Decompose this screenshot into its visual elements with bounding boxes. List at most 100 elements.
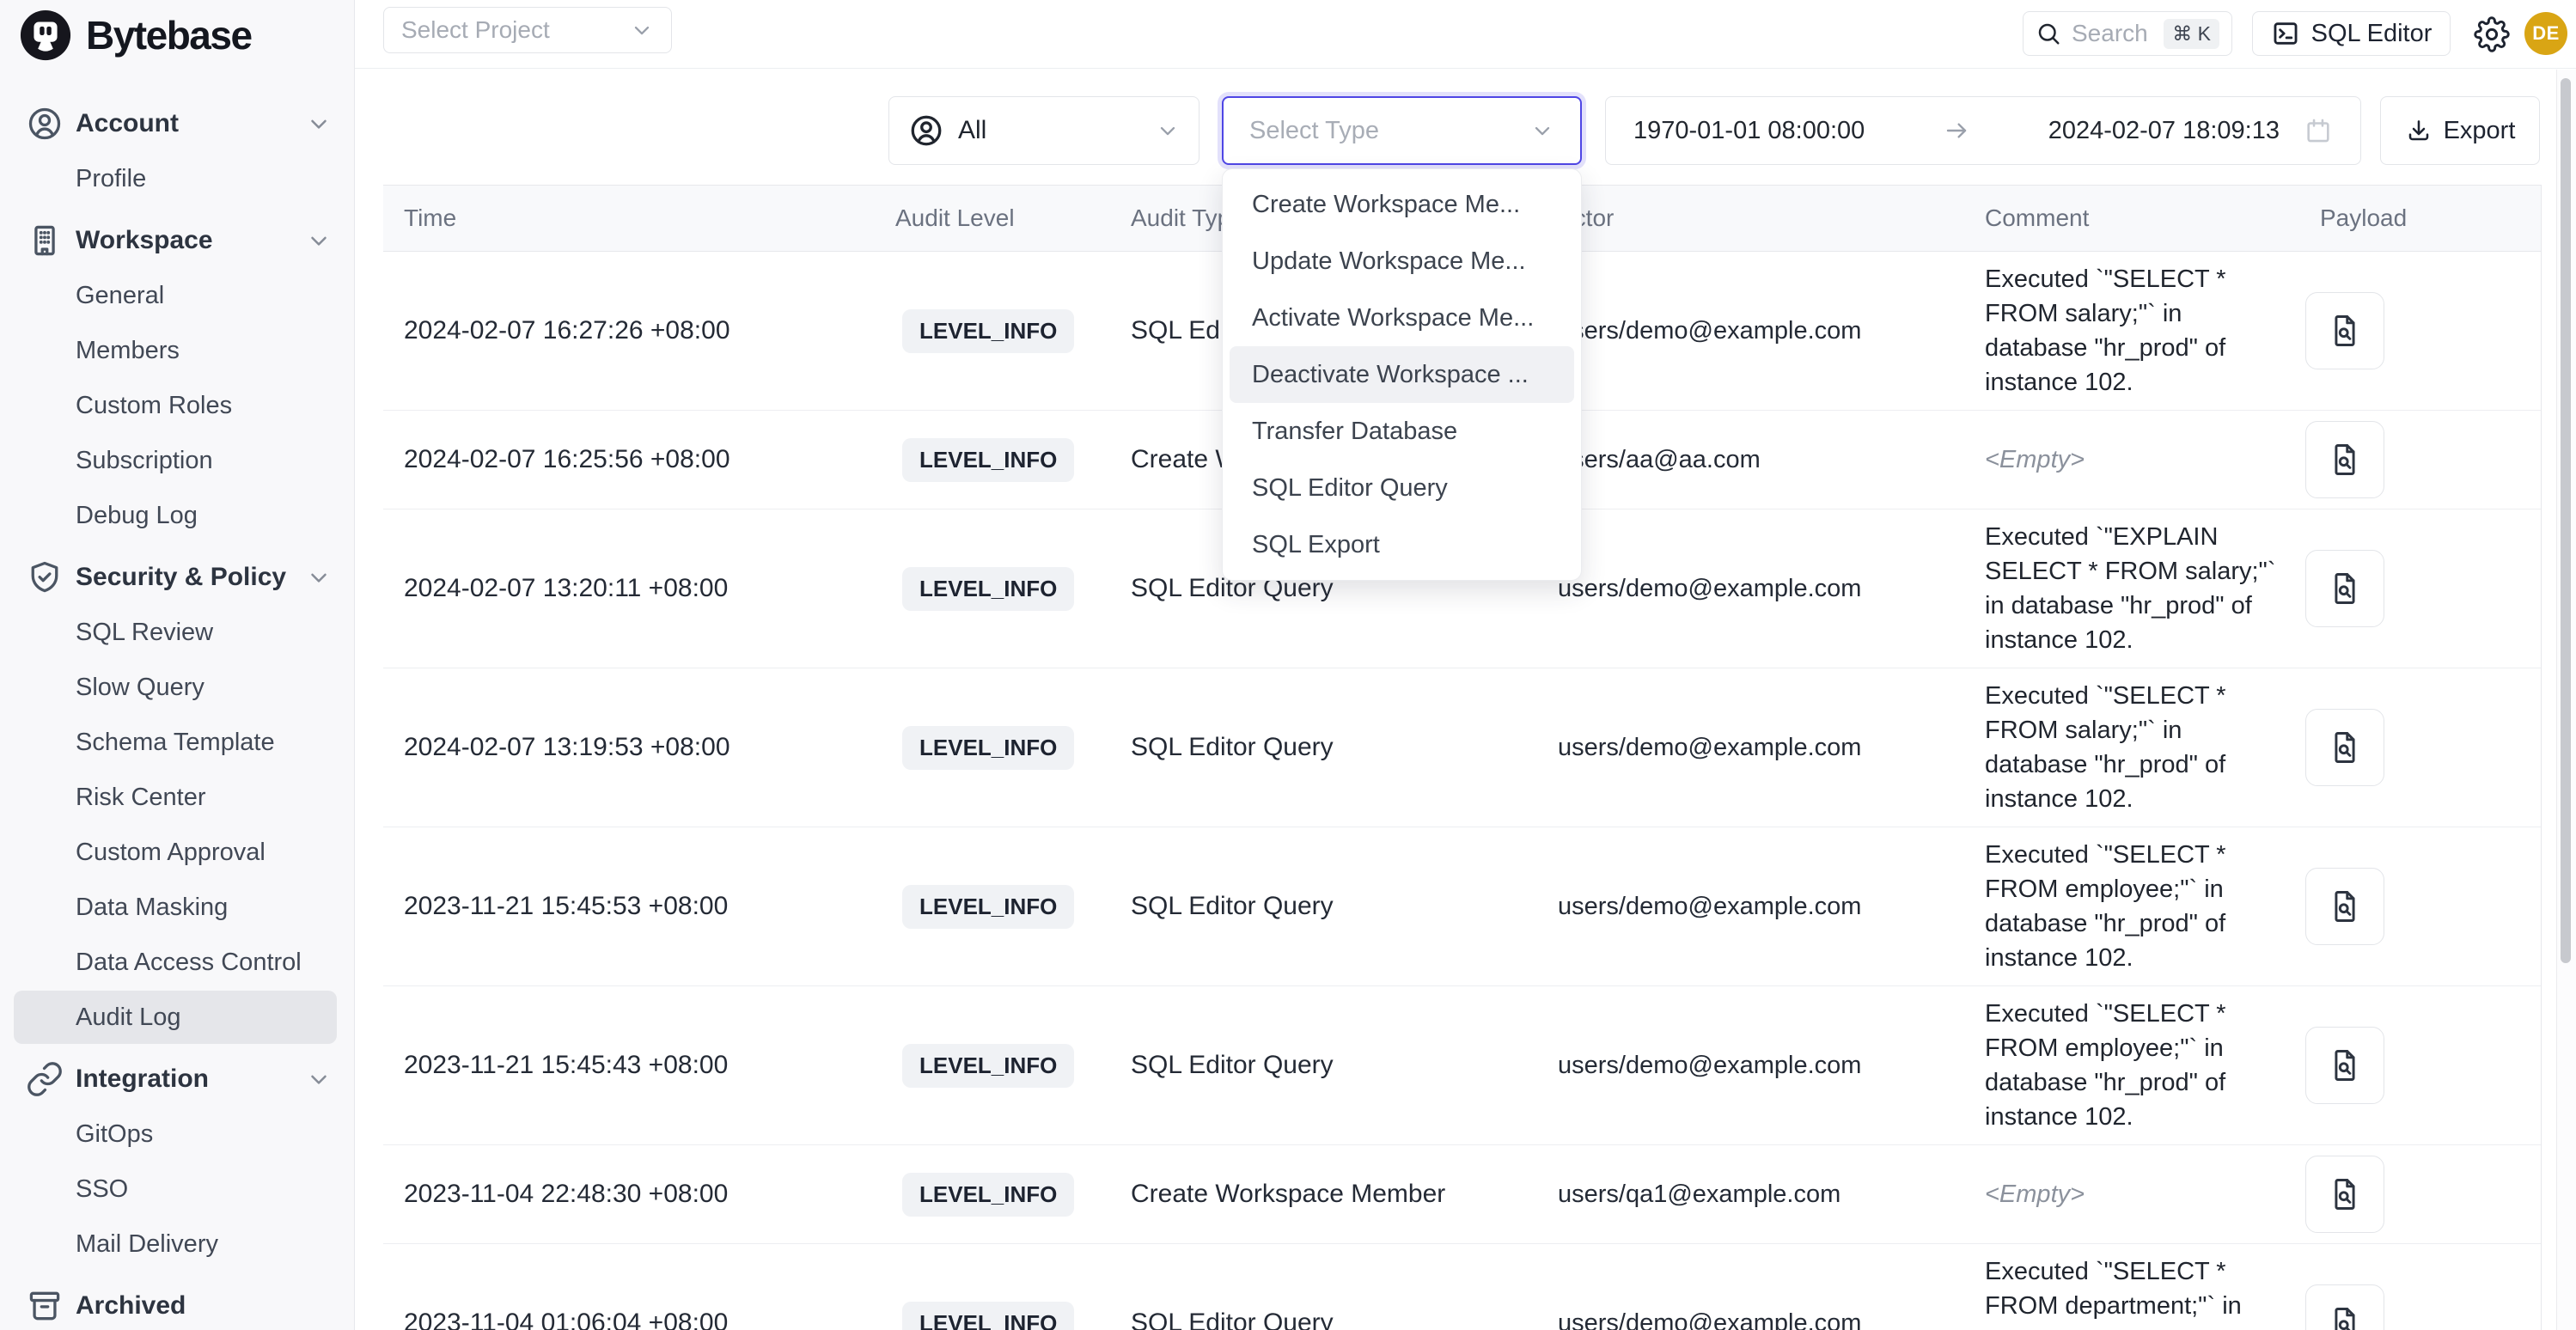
sidebar-item[interactable]: SQL Review	[0, 605, 354, 660]
sidebar-item[interactable]: Security & Policy	[0, 550, 354, 605]
date-range-end[interactable]: 2024-02-07 18:09:13	[2048, 117, 2280, 145]
chevron-down-icon	[630, 18, 654, 42]
type-dropdown-option[interactable]: Create Workspace Me...	[1230, 176, 1574, 233]
sidebar-item[interactable]: Subscription	[0, 433, 354, 488]
cell-time: 2024-02-07 16:25:56 +08:00	[383, 445, 895, 474]
cell-time: 2024-02-07 13:19:53 +08:00	[383, 733, 895, 762]
sidebar-item[interactable]: Mail Delivery	[0, 1217, 354, 1272]
sidebar-item[interactable]: Data Access Control	[0, 935, 354, 990]
sidebar-item[interactable]: GitOps	[0, 1107, 354, 1162]
cell-comment: Executed `"SELECT * FROM employee;"` in …	[1985, 997, 2301, 1134]
table-row[interactable]: 2023-11-04 01:06:04 +08:00 LEVEL_INFO SQ…	[383, 1244, 2541, 1330]
sidebar-item[interactable]: SSO	[0, 1162, 354, 1217]
type-filter-select[interactable]: Select Type	[1222, 96, 1582, 165]
cell-comment: Executed `"SELECT * FROM department;"` i…	[1985, 1254, 2301, 1330]
table-row[interactable]: 2023-11-21 15:45:53 +08:00 LEVEL_INFO SQ…	[383, 827, 2541, 986]
table-row[interactable]: 2023-11-21 15:45:43 +08:00 LEVEL_INFO SQ…	[383, 986, 2541, 1145]
date-range-picker[interactable]: 1970-01-01 08:00:00 2024-02-07 18:09:13	[1605, 96, 2361, 165]
brand-name: Bytebase	[86, 12, 252, 58]
type-dropdown-option[interactable]: Activate Workspace Me...	[1230, 290, 1574, 346]
sidebar-item[interactable]: Data Masking	[0, 880, 354, 935]
export-button[interactable]: Export	[2380, 96, 2540, 165]
type-dropdown-option[interactable]: SQL Export	[1230, 516, 1574, 573]
cell-comment: Executed `"SELECT * FROM salary;"` in da…	[1985, 262, 2301, 400]
sidebar-item-icon	[26, 1225, 64, 1263]
type-dropdown-option[interactable]: Deactivate Workspace ...	[1230, 346, 1574, 403]
sidebar-item-icon	[26, 613, 64, 651]
gear-icon[interactable]	[2474, 16, 2510, 52]
chevron-down-icon	[306, 564, 332, 590]
type-dropdown-option[interactable]: Update Workspace Me...	[1230, 233, 1574, 290]
view-payload-button[interactable]	[2305, 1284, 2384, 1330]
sidebar-item-label: Account	[76, 109, 179, 138]
sidebar-item-icon	[26, 1060, 64, 1098]
sidebar-item[interactable]: Custom Approval	[0, 825, 354, 880]
person-circle-icon	[908, 113, 944, 149]
bytebase-logo-icon	[19, 9, 72, 62]
sidebar-item[interactable]: Integration	[0, 1052, 354, 1107]
cell-comment: Executed `"EXPLAIN SELECT * FROM salary;…	[1985, 520, 2301, 657]
file-search-icon	[2326, 1175, 2364, 1213]
file-search-icon	[2326, 888, 2364, 925]
table-row[interactable]: 2024-02-07 13:19:53 +08:00 LEVEL_INFO SQ…	[383, 668, 2541, 827]
actor-filter-select[interactable]: All	[888, 96, 1199, 165]
view-payload-button[interactable]	[2305, 1156, 2384, 1233]
cell-comment: Executed `"SELECT * FROM salary;"` in da…	[1985, 679, 2301, 816]
sidebar-item[interactable]: Custom Roles	[0, 378, 354, 433]
project-select-placeholder: Select Project	[401, 16, 550, 44]
level-badge: LEVEL_INFO	[902, 885, 1074, 929]
view-payload-button[interactable]	[2305, 868, 2384, 945]
date-range-start[interactable]: 1970-01-01 08:00:00	[1633, 117, 1865, 145]
sidebar-item-icon	[26, 442, 64, 479]
scrollbar-thumb[interactable]	[2561, 78, 2571, 963]
cell-audit-level: LEVEL_INFO	[895, 1302, 1131, 1330]
sidebar-item[interactable]: Members	[0, 323, 354, 378]
table-row[interactable]: 2023-11-04 22:48:30 +08:00 LEVEL_INFO Cr…	[383, 1145, 2541, 1244]
file-search-icon	[2326, 1304, 2364, 1330]
sidebar-item-icon	[26, 1170, 64, 1208]
vertical-scrollbar	[2556, 70, 2576, 1330]
sidebar-item-icon	[26, 723, 64, 761]
type-dropdown-option[interactable]: SQL Editor Query	[1230, 460, 1574, 516]
view-payload-button[interactable]	[2305, 292, 2384, 369]
sidebar-item[interactable]: Audit Log	[0, 990, 354, 1045]
avatar[interactable]: DE	[2524, 12, 2567, 55]
sidebar-item[interactable]: Archived	[0, 1278, 354, 1330]
sidebar-item[interactable]: Profile	[0, 151, 354, 206]
sidebar-item-label: Audit Log	[76, 1004, 181, 1032]
sidebar-item[interactable]: Account	[0, 96, 354, 151]
table-column-header: Time	[383, 204, 895, 232]
view-payload-button[interactable]	[2305, 421, 2384, 498]
cell-payload	[2301, 1027, 2542, 1104]
type-dropdown-option[interactable]: Transfer Database	[1230, 403, 1574, 460]
actor-filter-value: All	[958, 116, 986, 145]
chevron-down-icon	[306, 1066, 332, 1092]
sidebar-item-icon	[26, 833, 64, 871]
search-input[interactable]: Search ⌘ K	[2023, 11, 2232, 56]
view-payload-button[interactable]	[2305, 1027, 2384, 1104]
cell-audit-type: SQL Editor Query	[1131, 1309, 1558, 1330]
cell-actor: users/demo@example.com	[1558, 734, 1985, 762]
table-column-header: Payload	[2301, 204, 2542, 232]
file-search-icon	[2326, 1046, 2364, 1084]
cell-audit-level: LEVEL_INFO	[895, 726, 1131, 770]
sidebar-item-label: Data Masking	[76, 894, 228, 922]
sidebar-item-label: Risk Center	[76, 784, 206, 812]
search-placeholder: Search	[2072, 20, 2148, 47]
sidebar-item[interactable]: Workspace	[0, 213, 354, 268]
sidebar-item[interactable]: Slow Query	[0, 660, 354, 715]
cell-audit-type: Create Workspace Member	[1131, 1180, 1558, 1209]
brand-logo[interactable]: Bytebase	[19, 9, 252, 62]
sql-editor-button[interactable]: SQL Editor	[2252, 11, 2451, 56]
sidebar-item[interactable]: Debug Log	[0, 488, 354, 543]
level-badge: LEVEL_INFO	[902, 1173, 1074, 1217]
view-payload-button[interactable]	[2305, 550, 2384, 627]
sidebar-item[interactable]: Schema Template	[0, 715, 354, 770]
cell-audit-type: SQL Editor Query	[1131, 892, 1558, 921]
view-payload-button[interactable]	[2305, 709, 2384, 786]
sidebar-item[interactable]: Risk Center	[0, 770, 354, 825]
project-select[interactable]: Select Project	[383, 7, 672, 53]
sidebar-item-icon	[26, 778, 64, 816]
sidebar-item-label: Profile	[76, 165, 146, 193]
sidebar-item[interactable]: General	[0, 268, 354, 323]
